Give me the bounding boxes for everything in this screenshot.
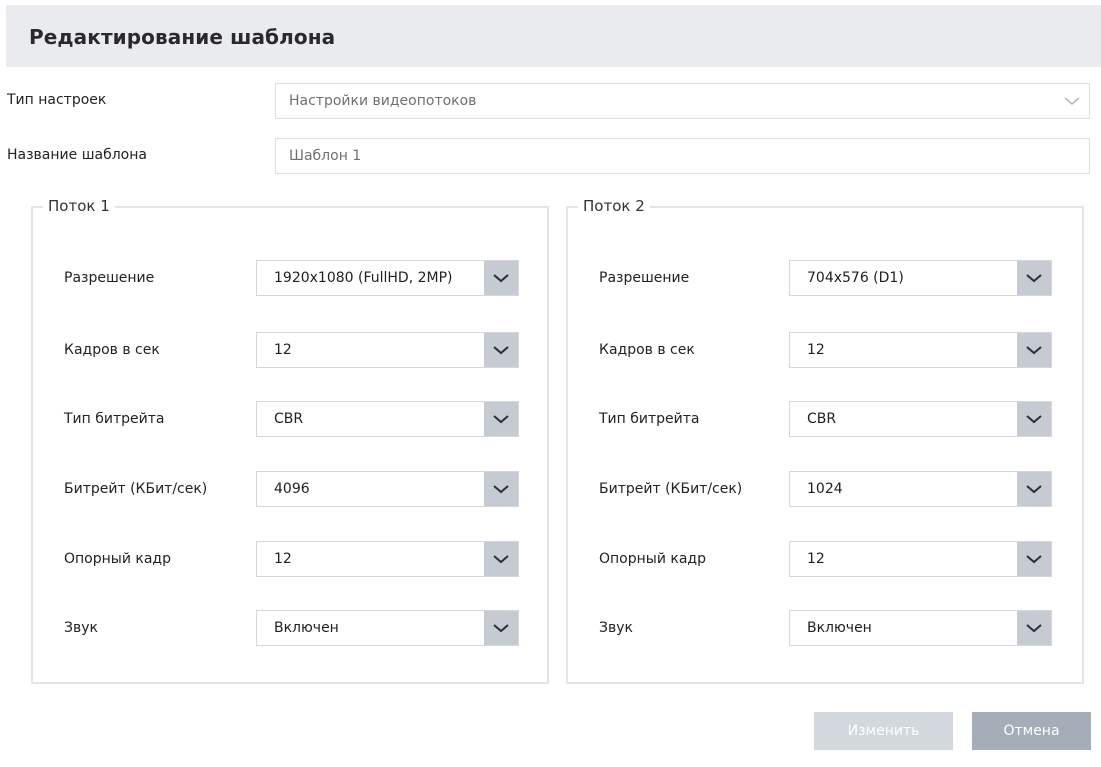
fps-label: Кадров в сек — [599, 342, 695, 358]
settings-type-label: Тип настроек — [7, 92, 107, 108]
dialog-header: Редактирование шаблона — [6, 5, 1101, 67]
chevron-down-icon[interactable] — [1017, 542, 1051, 576]
chevron-down-icon[interactable] — [484, 402, 518, 436]
resolution-select[interactable]: 1920x1080 (FullHD, 2MP) — [256, 260, 519, 296]
bitrate-select[interactable]: 4096 — [256, 471, 519, 507]
bitrate-type-label: Тип битрейта — [64, 411, 165, 427]
bitrate-type-value: CBR — [807, 411, 837, 427]
fps-select[interactable]: 12 — [789, 332, 1052, 368]
chevron-down-icon[interactable] — [1017, 611, 1051, 645]
chevron-down-icon[interactable] — [1017, 402, 1051, 436]
bitrate-type-label: Тип битрейта — [599, 411, 700, 427]
stream-1-title: Поток 1 — [43, 197, 115, 215]
fps-value: 12 — [274, 342, 292, 358]
resolution-select[interactable]: 704x576 (D1) — [789, 260, 1052, 296]
bitrate-value: 4096 — [274, 481, 310, 497]
keyframe-label: Опорный кадр — [599, 551, 706, 567]
stream-2-group: Поток 2 Разрешение 704x576 (D1) Кадров в… — [566, 197, 1084, 684]
keyframe-select[interactable]: 12 — [256, 541, 519, 577]
bitrate-label: Битрейт (КБит/сек) — [599, 481, 743, 497]
chevron-down-icon[interactable] — [1055, 84, 1089, 118]
sound-select[interactable]: Включен — [789, 610, 1052, 646]
keyframe-value: 12 — [274, 551, 292, 567]
bitrate-select[interactable]: 1024 — [789, 471, 1052, 507]
chevron-down-icon[interactable] — [484, 472, 518, 506]
resolution-label: Разрешение — [64, 270, 155, 286]
bitrate-label: Битрейт (КБит/сек) — [64, 481, 208, 497]
chevron-down-icon[interactable] — [484, 611, 518, 645]
chevron-down-icon[interactable] — [1017, 472, 1051, 506]
sound-value: Включен — [274, 620, 339, 636]
chevron-down-icon[interactable] — [1017, 261, 1051, 295]
fps-select[interactable]: 12 — [256, 332, 519, 368]
keyframe-select[interactable]: 12 — [789, 541, 1052, 577]
cancel-button[interactable]: Отмена — [972, 712, 1091, 750]
stream-1-group: Поток 1 Разрешение 1920x1080 (FullHD, 2M… — [31, 197, 549, 684]
bitrate-type-value: CBR — [274, 411, 304, 427]
apply-button[interactable]: Изменить — [814, 712, 953, 750]
chevron-down-icon[interactable] — [484, 542, 518, 576]
sound-select[interactable]: Включен — [256, 610, 519, 646]
resolution-value: 704x576 (D1) — [807, 270, 904, 286]
fps-label: Кадров в сек — [64, 342, 160, 358]
template-name-label: Название шаблона — [7, 147, 147, 163]
sound-label: Звук — [599, 620, 633, 636]
chevron-down-icon[interactable] — [484, 261, 518, 295]
chevron-down-icon[interactable] — [1017, 333, 1051, 367]
template-name-value: Шаблон 1 — [289, 148, 362, 164]
chevron-down-icon[interactable] — [484, 333, 518, 367]
keyframe-label: Опорный кадр — [64, 551, 171, 567]
settings-type-select[interactable]: Настройки видеопотоков — [275, 83, 1090, 119]
fps-value: 12 — [807, 342, 825, 358]
resolution-label: Разрешение — [599, 270, 690, 286]
edit-template-dialog: Редактирование шаблона Тип настроек Наст… — [0, 0, 1101, 767]
keyframe-value: 12 — [807, 551, 825, 567]
settings-type-value: Настройки видеопотоков — [289, 93, 477, 109]
resolution-value: 1920x1080 (FullHD, 2MP) — [274, 270, 453, 286]
sound-value: Включен — [807, 620, 872, 636]
sound-label: Звук — [64, 620, 98, 636]
bitrate-type-select[interactable]: CBR — [789, 401, 1052, 437]
dialog-title: Редактирование шаблона — [29, 25, 336, 49]
template-name-input[interactable]: Шаблон 1 — [275, 138, 1090, 174]
bitrate-type-select[interactable]: CBR — [256, 401, 519, 437]
bitrate-value: 1024 — [807, 481, 843, 497]
stream-2-title: Поток 2 — [578, 197, 650, 215]
